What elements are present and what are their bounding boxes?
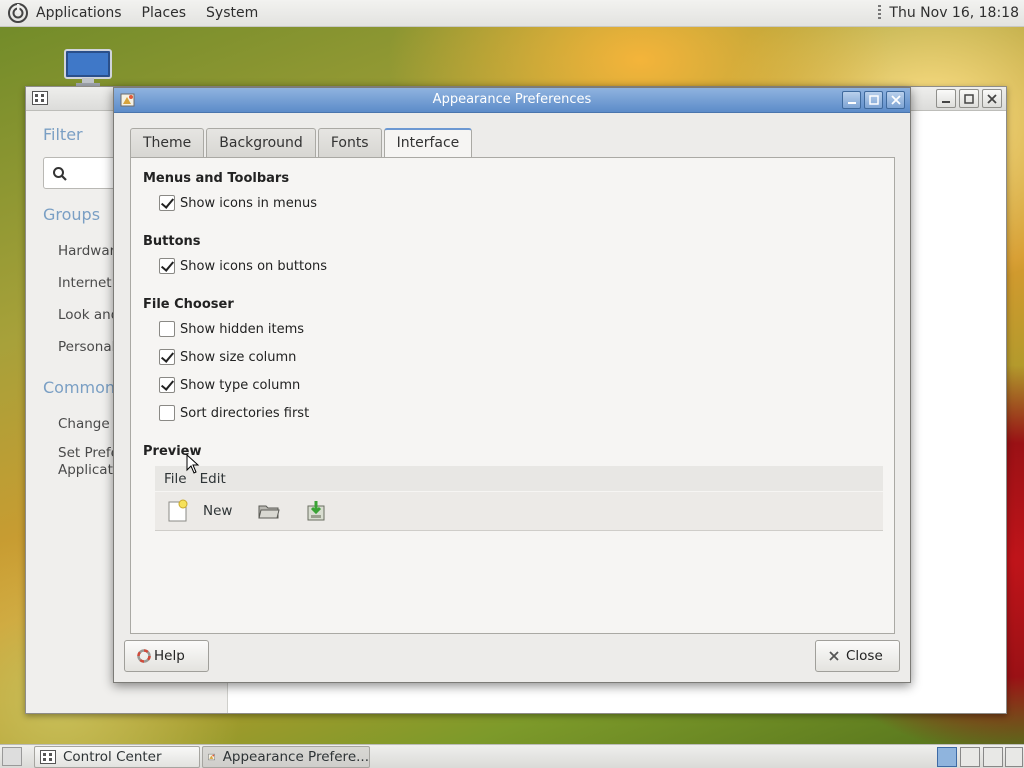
tab-background[interactable]: Background — [206, 128, 316, 158]
dialog-title: Appearance Preferences — [432, 92, 592, 107]
cc-minimize-button[interactable] — [936, 89, 956, 108]
taskbar-item-appearance-preferences[interactable]: Appearance Prefere... — [202, 746, 370, 768]
control-center-task-icon — [40, 750, 56, 764]
dialog-close-button[interactable] — [886, 91, 905, 109]
show-icons-on-buttons-checkbox[interactable] — [159, 258, 175, 274]
mouse-pointer-icon — [186, 454, 200, 474]
dialog-maximize-button[interactable] — [864, 91, 883, 109]
preview-menu-edit[interactable]: Edit — [200, 471, 226, 487]
workspace-2[interactable] — [960, 747, 980, 767]
file-chooser-heading: File Chooser — [143, 297, 234, 312]
applications-menu[interactable]: Applications — [36, 0, 132, 27]
group-item-look-and-feel[interactable]: Look and — [58, 307, 119, 323]
sort-directories-first-checkbox[interactable] — [159, 405, 175, 421]
appearance-task-icon — [208, 753, 215, 761]
preview-new-label[interactable]: New — [203, 503, 232, 519]
show-type-column-checkbox[interactable] — [159, 377, 175, 393]
sort-directories-first-option[interactable]: Sort directories first — [159, 405, 309, 421]
show-icons-in-menus-label[interactable]: Show icons in menus — [180, 196, 317, 211]
menus-toolbars-heading: Menus and Toolbars — [143, 171, 290, 186]
bottom-panel: Control Center Appearance Prefere... — [0, 744, 1024, 768]
workspace-4[interactable] — [1005, 747, 1023, 767]
workspace-1[interactable] — [937, 747, 957, 767]
show-hidden-items-option[interactable]: Show hidden items — [159, 321, 304, 337]
workspace-3[interactable] — [983, 747, 1003, 767]
cc-maximize-button[interactable] — [959, 89, 979, 108]
save-icon[interactable] — [306, 500, 326, 522]
preview-menu-file[interactable]: File — [164, 471, 187, 487]
show-hidden-items-checkbox[interactable] — [159, 321, 175, 337]
clock-area: Thu Nov 16, 18:18 — [878, 0, 1024, 27]
tab-theme[interactable]: Theme — [130, 128, 205, 158]
show-size-column-option[interactable]: Show size column — [159, 349, 296, 365]
maximize-icon — [964, 93, 974, 104]
open-folder-icon[interactable] — [258, 501, 281, 521]
tab-fonts[interactable]: Fonts — [317, 128, 382, 158]
preferences-tabs: Theme Background Fonts Interface — [130, 128, 474, 159]
close-icon — [890, 95, 901, 105]
preview-toolbar: New — [155, 492, 883, 531]
interface-tab-panel: Menus and Toolbars Show icons in menus B… — [130, 157, 895, 634]
distro-logo-icon[interactable] — [8, 3, 28, 23]
group-item-personal[interactable]: Personal — [58, 339, 115, 355]
help-icon — [137, 649, 151, 663]
control-center-window-icon[interactable] — [32, 91, 48, 105]
help-button-label[interactable]: Help — [154, 648, 185, 664]
computer-desktop-icon[interactable] — [64, 48, 112, 88]
buttons-heading: Buttons — [143, 234, 201, 249]
show-icons-in-menus-checkbox[interactable] — [159, 195, 175, 211]
clock[interactable]: Thu Nov 16, 18:18 — [889, 5, 1024, 21]
common-task-set-preferred[interactable]: Set Prefe — [58, 445, 119, 461]
show-icons-on-buttons-option[interactable]: Show icons on buttons — [159, 258, 327, 274]
filter-heading: Filter — [43, 125, 83, 144]
show-hidden-items-label[interactable]: Show hidden items — [180, 322, 304, 337]
taskbar-item-control-center[interactable]: Control Center — [34, 746, 200, 768]
dialog-minimize-button[interactable] — [842, 91, 861, 109]
new-document-icon — [168, 499, 188, 522]
places-menu[interactable]: Places — [132, 0, 197, 27]
show-type-column-label[interactable]: Show type column — [180, 378, 300, 393]
maximize-icon — [868, 95, 879, 105]
cc-close-button[interactable] — [982, 89, 1002, 108]
tab-interface[interactable]: Interface — [383, 128, 473, 159]
show-icons-on-buttons-label[interactable]: Show icons on buttons — [180, 259, 327, 274]
taskbar-item-appearance-label[interactable]: Appearance Prefere... — [223, 749, 369, 765]
preview-menubar: File Edit — [155, 466, 883, 491]
top-panel: Applications Places System Thu Nov 16, 1… — [0, 0, 1024, 27]
close-button[interactable]: Close — [815, 640, 900, 672]
groups-heading: Groups — [43, 205, 101, 224]
sort-directories-first-label[interactable]: Sort directories first — [180, 406, 309, 421]
appearance-preferences-dialog: Appearance Preferences Theme Background … — [113, 87, 911, 683]
close-button-label[interactable]: Close — [846, 648, 883, 664]
control-center-window-buttons — [936, 89, 1002, 108]
minimize-icon — [942, 100, 950, 103]
show-size-column-checkbox[interactable] — [159, 349, 175, 365]
search-icon — [53, 167, 67, 181]
show-desktop-button[interactable] — [2, 747, 22, 766]
minimize-icon — [847, 102, 856, 104]
show-type-column-option[interactable]: Show type column — [159, 377, 300, 393]
show-icons-in-menus-option[interactable]: Show icons in menus — [159, 195, 317, 211]
close-icon — [987, 93, 997, 104]
dialog-titlebar[interactable]: Appearance Preferences — [114, 88, 910, 113]
help-button[interactable]: Help — [124, 640, 209, 672]
show-size-column-label[interactable]: Show size column — [180, 350, 296, 365]
dialog-window-buttons — [842, 91, 905, 109]
taskbar-item-control-center-label[interactable]: Control Center — [63, 749, 162, 765]
system-menu[interactable]: System — [196, 0, 268, 27]
preview-new-button[interactable]: New — [167, 499, 232, 523]
panel-grip — [878, 5, 882, 21]
close-icon — [829, 651, 839, 661]
